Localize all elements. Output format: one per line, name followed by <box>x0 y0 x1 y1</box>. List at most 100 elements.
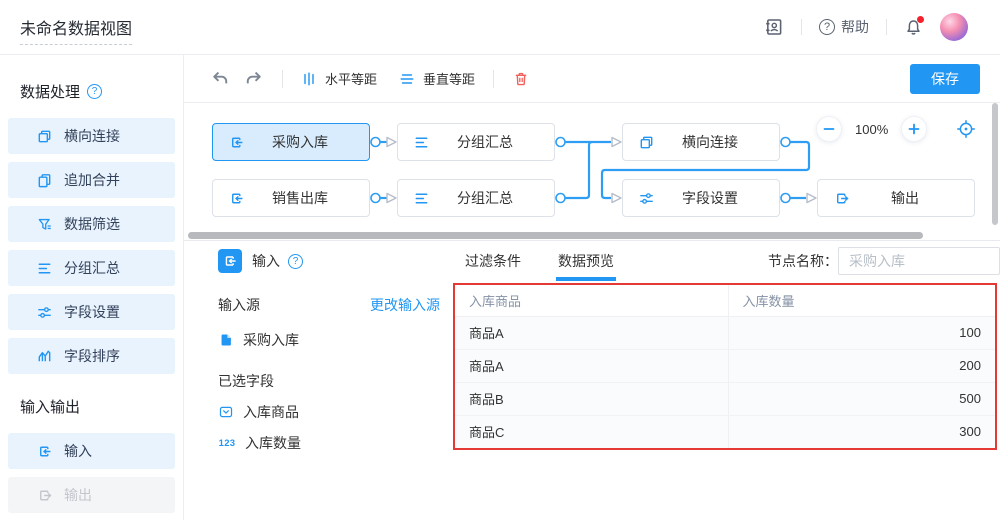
undo-button[interactable] <box>210 69 229 88</box>
input-icon <box>36 443 53 460</box>
horizontal-scrollbar[interactable] <box>188 232 923 239</box>
field-item[interactable]: 123 入库数量 <box>218 433 440 453</box>
notifications-button[interactable] <box>904 18 923 37</box>
zoom-out-button[interactable] <box>816 116 842 142</box>
align-horizontal-button[interactable]: 水平等距 <box>301 69 377 88</box>
node-label: 输出 <box>850 188 974 208</box>
sidebar-item-label: 数据筛选 <box>64 214 120 234</box>
zoom-in-button[interactable] <box>901 116 927 142</box>
trash-icon <box>512 70 530 88</box>
panel-title: 输入 <box>252 251 280 271</box>
input-icon <box>228 134 245 151</box>
cell-qty: 300 <box>728 415 995 448</box>
detail-panel: 输入 ? 过滤条件 数据预览 节点名称： 输入源 更改输入源 <box>184 240 1000 520</box>
flow-canvas[interactable]: 采购入库 分组汇总 横向连接 销售出库 分组 <box>184 103 1000 240</box>
input-source-panel: 输入源 更改输入源 采购入库 已选字段 入库商品 <box>184 281 453 453</box>
table-row[interactable]: 商品B 500 <box>455 382 995 415</box>
sidebar-item-field-sort[interactable]: 字段排序 <box>8 338 175 374</box>
sidebar: 数据处理 ? 横向连接 追加合并 数据筛选 分组汇总 <box>0 55 184 520</box>
section-help-icon[interactable]: ? <box>87 84 102 99</box>
node-sales-outbound[interactable]: 销售出库 <box>212 179 370 217</box>
align-horizontal-label: 水平等距 <box>325 69 377 88</box>
change-source-link[interactable]: 更改输入源 <box>370 295 440 315</box>
sidebar-item-group-summary[interactable]: 分组汇总 <box>8 250 175 286</box>
align-vertical-button[interactable]: 垂直等距 <box>399 69 475 88</box>
output-icon <box>833 190 850 207</box>
source-item[interactable]: 采购入库 <box>218 330 440 350</box>
divider <box>493 70 494 88</box>
node-group-summary-1[interactable]: 分组汇总 <box>397 123 555 161</box>
panel-help-icon[interactable]: ? <box>288 254 303 269</box>
data-preview-table-highlight: 入库商品 入库数量 商品A 100 商品A 200 商品B 500 <box>453 283 997 450</box>
main-area: 水平等距 垂直等距 保存 <box>184 55 1000 520</box>
source-name: 采购入库 <box>243 330 299 350</box>
selected-fields-title: 已选字段 <box>218 371 440 391</box>
sidebar-item-label: 分组汇总 <box>64 258 120 278</box>
section-title-input-output: 输入输出 <box>20 396 80 417</box>
data-preview-table: 入库商品 入库数量 商品A 100 商品A 200 商品B 500 <box>455 285 995 448</box>
input-node-chip <box>218 249 242 273</box>
sidebar-item-field-settings[interactable]: 字段设置 <box>8 294 175 330</box>
number-field-icon: 123 <box>218 438 236 449</box>
horizontal-spacing-icon <box>301 71 317 87</box>
input-icon <box>228 190 245 207</box>
notification-dot <box>917 16 924 23</box>
address-book-icon <box>763 17 784 37</box>
table-row[interactable]: 商品A 200 <box>455 349 995 382</box>
group-summary-icon <box>413 190 430 207</box>
redo-icon <box>245 69 264 88</box>
save-button[interactable]: 保存 <box>910 64 980 94</box>
undo-icon <box>210 69 229 88</box>
delete-button[interactable] <box>512 70 530 88</box>
column-header-qty: 入库数量 <box>728 285 995 316</box>
node-label: 分组汇总 <box>430 188 554 208</box>
sidebar-item-data-filter[interactable]: 数据筛选 <box>8 206 175 242</box>
sidebar-item-append-merge[interactable]: 追加合并 <box>8 162 175 198</box>
horizontal-join-icon <box>36 128 53 145</box>
table-row[interactable]: 商品A 100 <box>455 316 995 349</box>
avatar[interactable] <box>940 13 968 41</box>
crosshair-icon <box>956 119 976 139</box>
plus-icon <box>907 122 921 136</box>
sidebar-item-horizontal-join[interactable]: 横向连接 <box>8 118 175 154</box>
group-summary-icon <box>36 260 53 277</box>
table-header-row: 入库商品 入库数量 <box>455 285 995 316</box>
field-name: 入库数量 <box>245 433 301 453</box>
locate-button[interactable] <box>956 119 976 139</box>
tab-filter-conditions[interactable]: 过滤条件 <box>465 241 521 281</box>
help-button[interactable]: ? 帮助 <box>819 17 869 37</box>
node-label: 采购入库 <box>245 132 369 152</box>
tab-data-preview[interactable]: 数据预览 <box>558 241 614 281</box>
field-settings-icon <box>638 190 655 207</box>
node-field-settings[interactable]: 字段设置 <box>622 179 780 217</box>
table-row[interactable]: 商品C 300 <box>455 415 995 448</box>
cell-qty: 500 <box>728 382 995 415</box>
sidebar-item-label: 字段排序 <box>64 346 120 366</box>
align-vertical-label: 垂直等距 <box>423 69 475 88</box>
horizontal-join-icon <box>638 134 655 151</box>
field-item[interactable]: 入库商品 <box>218 402 440 422</box>
node-label: 字段设置 <box>655 188 779 208</box>
node-name-input[interactable] <box>838 247 1000 275</box>
section-title-data-processing: 数据处理 <box>20 81 80 102</box>
sidebar-item-label: 输出 <box>64 485 92 505</box>
output-icon <box>36 487 53 504</box>
page-title[interactable]: 未命名数据视图 <box>20 21 132 45</box>
node-purchase-inbound[interactable]: 采购入库 <box>212 123 370 161</box>
sidebar-item-label: 横向连接 <box>64 126 120 146</box>
minus-icon <box>822 122 836 136</box>
node-group-summary-2[interactable]: 分组汇总 <box>397 179 555 217</box>
sidebar-item-label: 输入 <box>64 441 92 461</box>
address-book-icon[interactable] <box>763 17 784 37</box>
divider <box>801 19 802 35</box>
node-horizontal-join[interactable]: 横向连接 <box>622 123 780 161</box>
node-output[interactable]: 输出 <box>817 179 975 217</box>
redo-button[interactable] <box>245 69 264 88</box>
vertical-scrollbar[interactable] <box>992 103 998 225</box>
sidebar-item-input[interactable]: 输入 <box>8 433 175 469</box>
filter-icon <box>36 216 53 233</box>
help-label: 帮助 <box>841 17 869 37</box>
zoom-controls: 100% <box>816 116 976 142</box>
node-label: 销售出库 <box>245 188 369 208</box>
group-summary-icon <box>413 134 430 151</box>
